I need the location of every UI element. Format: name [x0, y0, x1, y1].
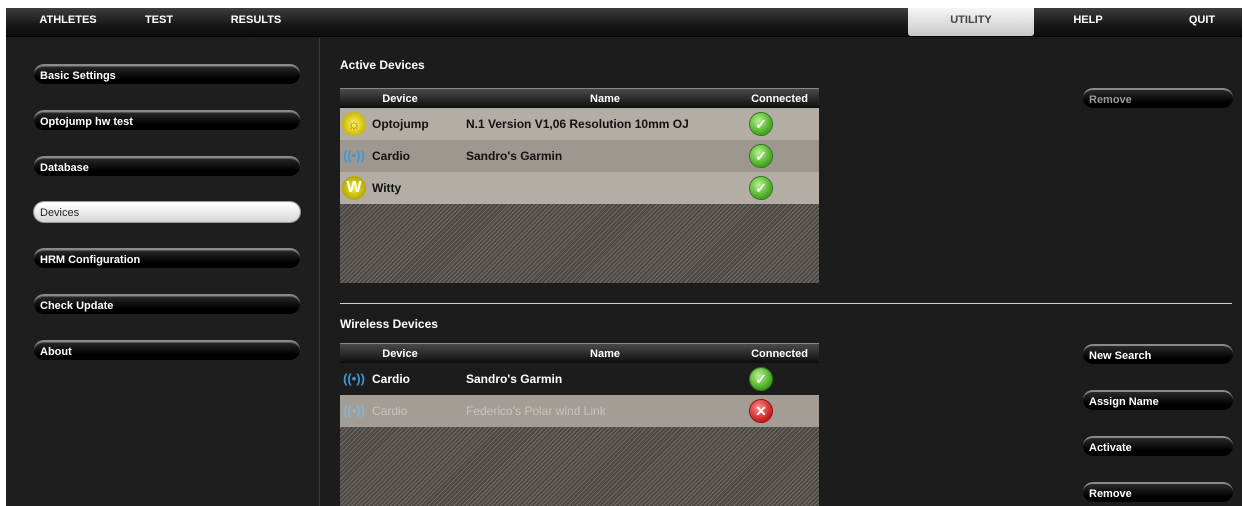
tab-results[interactable]: RESULTS: [206, 8, 306, 36]
wireless-remove-button[interactable]: Remove: [1083, 482, 1233, 502]
new-search-button[interactable]: New Search: [1083, 344, 1233, 364]
table-row[interactable]: ((•)) Cardio Sandro's Garmin ✓: [340, 363, 819, 395]
table-row[interactable]: ((•)) Cardio Federico's Polar wind Link …: [340, 395, 819, 427]
table-row[interactable]: ((•)) Cardio Sandro's Garmin ✓: [340, 140, 819, 172]
tab-help[interactable]: HELP: [1058, 8, 1118, 36]
name-cell: Sandro's Garmin: [466, 372, 563, 386]
table-header: Device Name Connected: [340, 88, 819, 109]
column-header-connected: Connected: [751, 93, 808, 105]
sidebar-item-hrm-configuration[interactable]: HRM Configuration: [34, 248, 300, 268]
sidebar-item-optojump-hw-test[interactable]: Optojump hw test: [34, 110, 300, 130]
table-row[interactable]: W Witty ✓: [340, 172, 819, 204]
tab-quit[interactable]: QUIT: [1172, 8, 1232, 36]
column-header-name: Name: [590, 93, 620, 105]
active-remove-button[interactable]: Remove: [1083, 88, 1233, 108]
wireless-icon: ((•)): [343, 148, 365, 163]
tab-test[interactable]: TEST: [129, 8, 189, 36]
device-cell: Cardio: [372, 149, 411, 163]
top-menu-bar: ATHLETES TEST RESULTS UTILITY HELP QUIT: [6, 8, 1242, 37]
connected-check-icon: ✓: [750, 113, 772, 135]
section-divider: [340, 303, 1232, 304]
sidebar-item-basic-settings[interactable]: Basic Settings: [34, 64, 300, 84]
device-cell: Cardio: [372, 404, 408, 418]
table-header: Device Name Connected: [340, 343, 819, 364]
assign-name-button[interactable]: Assign Name: [1083, 390, 1233, 410]
wireless-icon: ((•)): [343, 403, 365, 418]
optojump-icon: ☼: [342, 112, 366, 136]
name-cell: N.1 Version V1,06 Resolution 10mm OJ: [466, 117, 689, 131]
sidebar-item-about[interactable]: About: [34, 340, 300, 360]
activate-button[interactable]: Activate: [1083, 436, 1233, 456]
tab-athletes[interactable]: ATHLETES: [28, 8, 108, 36]
name-cell: Sandro's Garmin: [466, 149, 563, 163]
active-devices-title: Active Devices: [340, 58, 425, 72]
tab-utility[interactable]: UTILITY: [908, 8, 1034, 36]
device-cell: Witty: [372, 181, 402, 195]
active-devices-table: Device Name Connected ☼ Optojump N.1 Ver…: [340, 88, 819, 283]
connected-check-icon: ✓: [750, 177, 772, 199]
witty-icon: W: [342, 176, 366, 200]
column-header-device: Device: [382, 93, 418, 105]
sidebar: Basic Settings Optojump hw test Database…: [6, 38, 320, 506]
wireless-devices-table: Device Name Connected ((•)) Cardio Sandr…: [340, 343, 819, 506]
device-cell: Cardio: [372, 372, 411, 386]
column-header-connected: Connected: [751, 348, 808, 360]
column-header-name: Name: [590, 348, 620, 360]
name-cell: Federico's Polar wind Link: [466, 404, 606, 418]
wireless-devices-title: Wireless Devices: [340, 317, 438, 331]
app-window: ATHLETES TEST RESULTS UTILITY HELP QUIT …: [6, 8, 1242, 506]
sidebar-item-check-update[interactable]: Check Update: [34, 294, 300, 314]
wireless-icon: ((•)): [343, 371, 365, 386]
table-row[interactable]: ☼ Optojump N.1 Version V1,06 Resolution …: [340, 108, 819, 140]
sidebar-item-database[interactable]: Database: [34, 156, 300, 176]
device-cell: Optojump: [372, 117, 429, 131]
sidebar-item-devices[interactable]: Devices: [34, 202, 300, 222]
connected-check-icon: ✓: [750, 145, 772, 167]
column-header-device: Device: [382, 348, 418, 360]
disconnected-cross-icon: ✕: [750, 400, 772, 422]
connected-check-icon: ✓: [750, 368, 772, 390]
